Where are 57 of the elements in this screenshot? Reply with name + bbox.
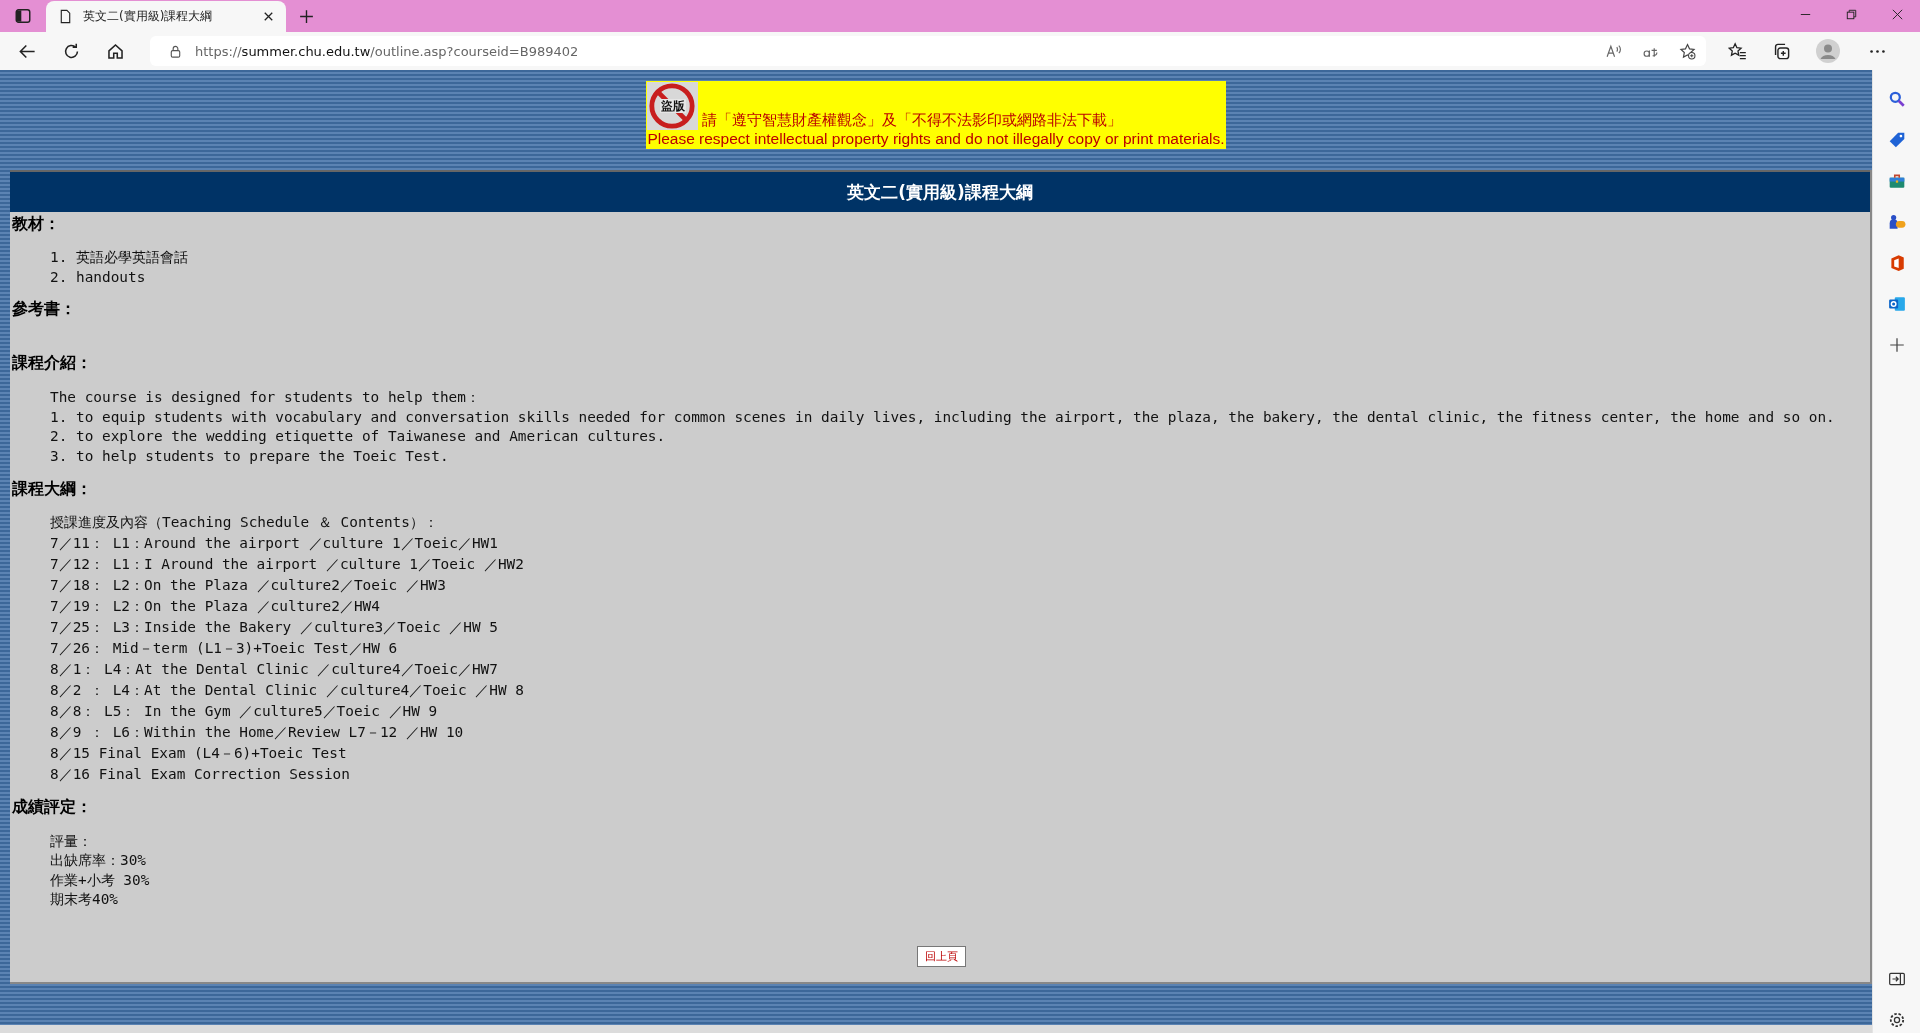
content-line: 7／11： L1：Around the airport ／culture 1／Toeic／HW1 <box>50 533 498 553</box>
content-line: 7／26： Mid－term (L1－3)+Toeic Test／HW 6 <box>50 638 398 658</box>
content-line: 8／1： L4：At the Dental Clinic ／culture4／Toeic／HW7 <box>50 659 498 679</box>
section-heading: 課程大綱： <box>12 477 92 500</box>
content-line: 出缺席率：30% <box>50 851 146 871</box>
tab-actions-icon[interactable] <box>14 7 32 25</box>
content-line: 8／15 Final Exam (L4－6)+Toeic Test <box>50 743 347 763</box>
collections-icon[interactable] <box>1772 41 1791 61</box>
games-icon[interactable] <box>1887 213 1906 231</box>
profile-avatar-icon[interactable] <box>1816 39 1840 63</box>
close-window-icon[interactable] <box>1890 7 1905 22</box>
restore-icon[interactable] <box>1844 7 1859 22</box>
no-piracy-sign: 盜版 <box>647 82 699 130</box>
content-line: 7／18： L2：On the Plaza ／culture2／Toeic ／HW3 <box>50 575 446 595</box>
new-tab-icon[interactable] <box>298 8 315 25</box>
content-line: 1. 英語必學英語會話 <box>50 248 188 267</box>
content-line: 作業+小考 30% <box>50 870 150 890</box>
section-heading: 教材： <box>12 213 60 235</box>
toolbox-icon[interactable] <box>1887 172 1906 190</box>
url-text: https://summer.chu.edu.tw/outline.asp?courseid=B989402 <box>195 43 579 59</box>
content-line: 授課進度及內容（Teaching Schedule ＆ Contents）： <box>50 512 438 532</box>
read-aloud-icon[interactable] <box>1605 42 1622 60</box>
back-button[interactable]: 回上頁 <box>916 946 966 968</box>
home-icon[interactable] <box>106 41 125 61</box>
section-heading: 參考書： <box>12 298 76 321</box>
favorites-icon[interactable] <box>1728 41 1747 61</box>
content-line: 3. to help students to prepare the Toeic Test. <box>50 446 449 466</box>
content-line: 7／25： L3：Inside the Bakery ／culture3／Toeic ／HW 5 <box>50 617 498 637</box>
content-line: 8／16 Final Exam Correction Session <box>50 764 350 784</box>
add-favorite-icon[interactable] <box>1679 42 1696 60</box>
add-icon[interactable] <box>1887 336 1906 354</box>
hide-sidebar-icon[interactable] <box>1887 970 1906 988</box>
content-line: 8／9 ： L6：Within the Home／Review L7－12 ／HW 10 <box>50 722 464 742</box>
page-icon <box>58 9 73 24</box>
content-line: 7／19： L2：On the Plaza ／culture2／HW4 <box>50 596 380 616</box>
content-line: 2. to explore the wedding etiquette of Taiwanese and American cultures. <box>50 427 666 447</box>
search-icon[interactable] <box>1887 90 1906 108</box>
address-bar[interactable]: https://summer.chu.edu.tw/outline.asp?courseid=B989402 <box>150 36 1706 66</box>
page-title: 英文二(實用級)課程大綱 <box>847 180 1033 204</box>
content-line: 8／2 ： L4：At the Dental Clinic ／culture4／Toeic ／HW 8 <box>50 680 524 700</box>
content-line: 7／12： L1：I Around the airport ／culture 1／Toeic ／HW2 <box>50 554 524 574</box>
refresh-icon[interactable] <box>62 41 81 61</box>
browser-tab[interactable]: 英文二(實用級)課程大綱 <box>46 1 286 32</box>
content-line: 評量： <box>50 831 92 851</box>
settings-icon[interactable] <box>1887 1011 1906 1029</box>
section-heading: 成績評定： <box>12 795 92 818</box>
content-line: 期末考40% <box>50 890 118 910</box>
tag-icon[interactable] <box>1887 131 1906 149</box>
notice-english-text: Please respect intellectual property rights and do not illegally copy or print materials. <box>647 130 1225 148</box>
notice-chinese-text: 請「遵守智慧財產權觀念」及「不得不法影印或網路非法下載」 <box>702 111 1123 130</box>
content-line: The course is designed for students to help them： <box>50 388 480 408</box>
section-heading: 課程介紹： <box>12 352 92 375</box>
content-line: 1. to equip students with vocabulary and conversation skills needed for common scenes in daily lives, including the airport, the plaza, the bakery, the dental clinic, the fitness center, the home and so on. <box>50 407 1835 427</box>
lock-icon <box>168 43 183 59</box>
outlook-icon[interactable] <box>1887 295 1906 313</box>
content-line: 2. handouts <box>50 267 146 287</box>
content-line: 8／8： L5： In the Gym ／culture5／Toeic ／HW 9 <box>50 701 438 721</box>
